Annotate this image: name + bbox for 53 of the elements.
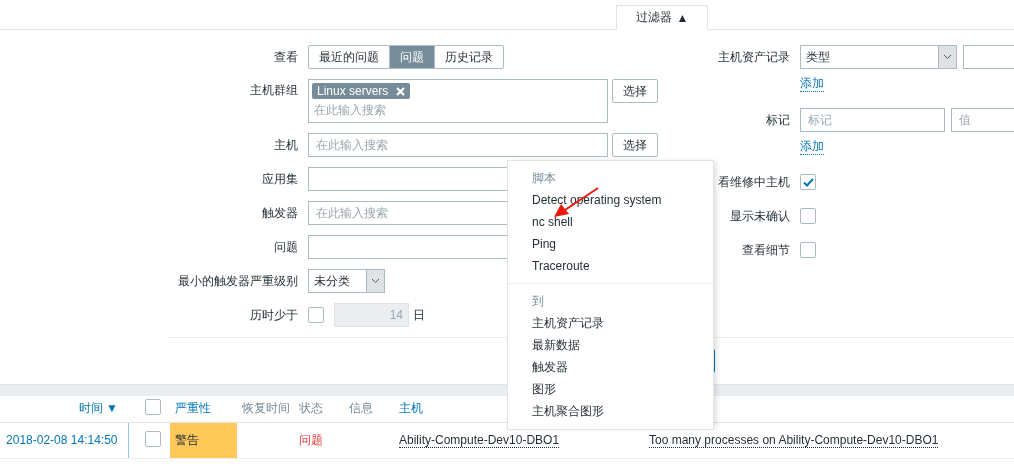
time-link[interactable]: 2018-02-08 14:14:50 (6, 433, 118, 447)
menu-item[interactable]: 触发器 (508, 356, 713, 378)
column-header: 恢复时间 (242, 401, 290, 416)
add-link[interactable]: 添加 (800, 74, 824, 92)
checkbox[interactable] (800, 174, 816, 190)
menu-item[interactable]: 最新数据 (508, 334, 713, 356)
check-icon (802, 177, 814, 187)
checkbox[interactable] (800, 242, 816, 258)
remove-icon[interactable] (396, 86, 406, 96)
field-label: 最小的触发器严重级别 (177, 272, 299, 290)
menu-item[interactable]: 主机资产记录 (508, 312, 713, 334)
field-label: 显示未确认 (729, 207, 791, 225)
field-label: 问题 (273, 238, 299, 256)
column-header: 状态 (299, 401, 323, 416)
view-tab[interactable]: 最近的问题 (308, 45, 390, 69)
field-label: 历时少于 (249, 306, 299, 324)
field-label: 主机 (273, 136, 299, 154)
select-button[interactable]: 选择 (612, 133, 658, 157)
menu-header: 到 (531, 293, 545, 310)
column-header[interactable]: 严重性 (175, 401, 211, 416)
add-link[interactable]: 添加 (800, 137, 824, 155)
field-label: 触发器 (261, 204, 299, 222)
menu-item[interactable]: 图形 (508, 378, 713, 400)
row-checkbox[interactable] (145, 430, 161, 447)
menu-item[interactable]: Ping (508, 233, 713, 255)
select-button[interactable]: 选择 (612, 79, 658, 103)
field-label: 查看 (273, 48, 299, 66)
column-header[interactable]: 时间 ▼ (78, 401, 118, 416)
view-tab[interactable]: 历史记录 (434, 45, 504, 69)
menu-item[interactable]: 主机聚合图形 (508, 400, 713, 422)
filter-tab[interactable]: 过滤器 ▲ (616, 5, 708, 30)
field-label: 看维修中主机 (717, 173, 791, 191)
menu-item[interactable]: Traceroute (508, 255, 713, 277)
host-link[interactable]: Ability-Compute-Dev10-DBO1 (399, 433, 560, 448)
unit-label: 日 (413, 306, 425, 324)
field-label: 查看细节 (741, 241, 791, 259)
field-label: 标记 (765, 111, 791, 129)
column-header: 信息 (349, 401, 373, 416)
field-label: 应用集 (261, 170, 299, 188)
field-label: 主机资产记录 (717, 48, 791, 66)
severity-select[interactable]: 未分类 (308, 269, 385, 293)
checkbox[interactable] (800, 208, 816, 224)
severity-cell: 警告 (170, 422, 237, 458)
inventory-select[interactable]: 类型 (800, 45, 957, 69)
field-label: 主机群组 (249, 82, 299, 99)
menu-header: 脚本 (531, 170, 557, 187)
status-text: 问题 (299, 432, 323, 447)
problem-link[interactable]: Too many processes on Ability-Compute-Dev10-DBO1 (649, 433, 939, 448)
host-group-tag: Linux servers (312, 83, 411, 99)
caret-icon (371, 278, 380, 284)
column-header[interactable]: 主机 (399, 401, 423, 416)
select-all-checkbox[interactable] (145, 399, 161, 416)
caret-icon (943, 54, 952, 60)
